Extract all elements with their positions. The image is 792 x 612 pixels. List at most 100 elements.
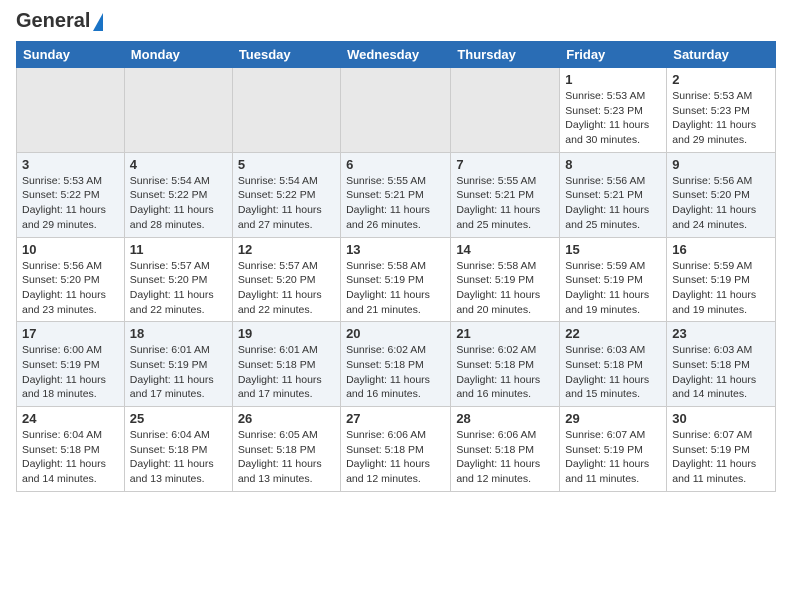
day-info: Sunrise: 6:06 AM Sunset: 5:18 PM Dayligh… [346,428,445,487]
day-number: 15 [565,242,661,257]
day-info: Sunrise: 6:04 AM Sunset: 5:18 PM Dayligh… [22,428,119,487]
day-number: 24 [22,411,119,426]
logo-general-text: General [16,10,90,33]
day-info: Sunrise: 5:58 AM Sunset: 5:19 PM Dayligh… [456,259,554,318]
calendar-cell: 13 Sunrise: 5:58 AM Sunset: 5:19 PM Dayli… [341,237,451,322]
day-info: Sunrise: 6:02 AM Sunset: 5:18 PM Dayligh… [346,343,445,402]
day-info: Sunrise: 5:54 AM Sunset: 5:22 PM Dayligh… [130,174,227,233]
calendar-week-row: 17 Sunrise: 6:00 AM Sunset: 5:19 PM Dayli… [17,322,776,407]
day-number: 23 [672,326,770,341]
day-info: Sunrise: 5:54 AM Sunset: 5:22 PM Dayligh… [238,174,335,233]
day-info: Sunrise: 5:59 AM Sunset: 5:19 PM Dayligh… [672,259,770,318]
calendar-cell: 24 Sunrise: 6:04 AM Sunset: 5:18 PM Dayli… [17,407,125,492]
day-number: 25 [130,411,227,426]
day-info: Sunrise: 5:57 AM Sunset: 5:20 PM Dayligh… [238,259,335,318]
calendar-cell: 21 Sunrise: 6:02 AM Sunset: 5:18 PM Dayli… [451,322,560,407]
calendar-header-saturday: Saturday [667,42,776,68]
calendar-cell: 29 Sunrise: 6:07 AM Sunset: 5:19 PM Dayli… [560,407,667,492]
calendar-week-row: 24 Sunrise: 6:04 AM Sunset: 5:18 PM Dayli… [17,407,776,492]
calendar-cell: 5 Sunrise: 5:54 AM Sunset: 5:22 PM Daylig… [232,152,340,237]
calendar-week-row: 1 Sunrise: 5:53 AM Sunset: 5:23 PM Daylig… [17,68,776,153]
day-info: Sunrise: 6:05 AM Sunset: 5:18 PM Dayligh… [238,428,335,487]
day-number: 18 [130,326,227,341]
calendar-header-tuesday: Tuesday [232,42,340,68]
day-info: Sunrise: 5:56 AM Sunset: 5:20 PM Dayligh… [22,259,119,318]
calendar-week-row: 10 Sunrise: 5:56 AM Sunset: 5:20 PM Dayli… [17,237,776,322]
calendar-cell: 18Sunrise: 6:01 AM Sunset: 5:19 PM Dayli… [124,322,232,407]
calendar-cell: 9 Sunrise: 5:56 AM Sunset: 5:20 PM Daylig… [667,152,776,237]
calendar-cell: 19 Sunrise: 6:01 AM Sunset: 5:18 PM Dayli… [232,322,340,407]
calendar-header-thursday: Thursday [451,42,560,68]
day-number: 16 [672,242,770,257]
calendar-cell: 12 Sunrise: 5:57 AM Sunset: 5:20 PM Dayli… [232,237,340,322]
calendar-cell [232,68,340,153]
day-info: Sunrise: 5:55 AM Sunset: 5:21 PM Dayligh… [346,174,445,233]
logo: General [16,10,103,33]
day-number: 13 [346,242,445,257]
calendar-header-monday: Monday [124,42,232,68]
calendar-header-sunday: Sunday [17,42,125,68]
day-number: 20 [346,326,445,341]
day-number: 1 [565,72,661,87]
day-info: Sunrise: 6:00 AM Sunset: 5:19 PM Dayligh… [22,343,119,402]
calendar-cell: 7 Sunrise: 5:55 AM Sunset: 5:21 PM Daylig… [451,152,560,237]
calendar-cell [124,68,232,153]
day-info: Sunrise: 6:06 AM Sunset: 5:18 PM Dayligh… [456,428,554,487]
calendar-cell: 26 Sunrise: 6:05 AM Sunset: 5:18 PM Dayli… [232,407,340,492]
day-info: Sunrise: 5:58 AM Sunset: 5:19 PM Dayligh… [346,259,445,318]
day-number: 5 [238,157,335,172]
day-number: 11 [130,242,227,257]
day-number: 17 [22,326,119,341]
calendar-cell: 28 Sunrise: 6:06 AM Sunset: 5:18 PM Dayli… [451,407,560,492]
logo-triangle-icon [93,13,103,31]
day-number: 2 [672,72,770,87]
calendar-cell: 25Sunrise: 6:04 AM Sunset: 5:18 PM Dayli… [124,407,232,492]
day-number: 10 [22,242,119,257]
calendar-cell: 1 Sunrise: 5:53 AM Sunset: 5:23 PM Daylig… [560,68,667,153]
day-info: Sunrise: 6:07 AM Sunset: 5:19 PM Dayligh… [565,428,661,487]
day-info: Sunrise: 6:01 AM Sunset: 5:18 PM Dayligh… [238,343,335,402]
calendar-cell: 20 Sunrise: 6:02 AM Sunset: 5:18 PM Dayli… [341,322,451,407]
day-number: 9 [672,157,770,172]
day-number: 19 [238,326,335,341]
calendar-cell: 30Sunrise: 6:07 AM Sunset: 5:19 PM Dayli… [667,407,776,492]
calendar-cell: 17 Sunrise: 6:00 AM Sunset: 5:19 PM Dayli… [17,322,125,407]
day-number: 30 [672,411,770,426]
day-info: Sunrise: 5:56 AM Sunset: 5:20 PM Dayligh… [672,174,770,233]
day-number: 27 [346,411,445,426]
calendar-cell: 11Sunrise: 5:57 AM Sunset: 5:20 PM Dayli… [124,237,232,322]
day-number: 12 [238,242,335,257]
calendar-table: SundayMondayTuesdayWednesdayThursdayFrid… [16,41,776,492]
day-info: Sunrise: 5:56 AM Sunset: 5:21 PM Dayligh… [565,174,661,233]
day-number: 6 [346,157,445,172]
day-number: 29 [565,411,661,426]
calendar-cell: 3 Sunrise: 5:53 AM Sunset: 5:22 PM Daylig… [17,152,125,237]
day-info: Sunrise: 5:53 AM Sunset: 5:23 PM Dayligh… [672,89,770,148]
calendar-week-row: 3 Sunrise: 5:53 AM Sunset: 5:22 PM Daylig… [17,152,776,237]
day-info: Sunrise: 5:53 AM Sunset: 5:22 PM Dayligh… [22,174,119,233]
calendar-cell [341,68,451,153]
calendar-cell: 4Sunrise: 5:54 AM Sunset: 5:22 PM Daylig… [124,152,232,237]
calendar-cell: 23 Sunrise: 6:03 AM Sunset: 5:18 PM Dayli… [667,322,776,407]
day-info: Sunrise: 6:03 AM Sunset: 5:18 PM Dayligh… [672,343,770,402]
page: General SundayMondayTuesdayWednesdayThur… [0,0,792,612]
calendar-cell: 27 Sunrise: 6:06 AM Sunset: 5:18 PM Dayli… [341,407,451,492]
day-number: 3 [22,157,119,172]
day-info: Sunrise: 5:55 AM Sunset: 5:21 PM Dayligh… [456,174,554,233]
day-number: 26 [238,411,335,426]
calendar-header-wednesday: Wednesday [341,42,451,68]
calendar-cell [17,68,125,153]
day-info: Sunrise: 5:59 AM Sunset: 5:19 PM Dayligh… [565,259,661,318]
calendar-cell [451,68,560,153]
calendar-cell: 6 Sunrise: 5:55 AM Sunset: 5:21 PM Daylig… [341,152,451,237]
day-number: 7 [456,157,554,172]
day-info: Sunrise: 6:02 AM Sunset: 5:18 PM Dayligh… [456,343,554,402]
day-number: 14 [456,242,554,257]
day-number: 22 [565,326,661,341]
day-number: 21 [456,326,554,341]
day-info: Sunrise: 5:53 AM Sunset: 5:23 PM Dayligh… [565,89,661,148]
calendar-cell: 22Sunrise: 6:03 AM Sunset: 5:18 PM Dayli… [560,322,667,407]
calendar-cell: 8Sunrise: 5:56 AM Sunset: 5:21 PM Daylig… [560,152,667,237]
header: General [16,10,776,33]
day-number: 28 [456,411,554,426]
